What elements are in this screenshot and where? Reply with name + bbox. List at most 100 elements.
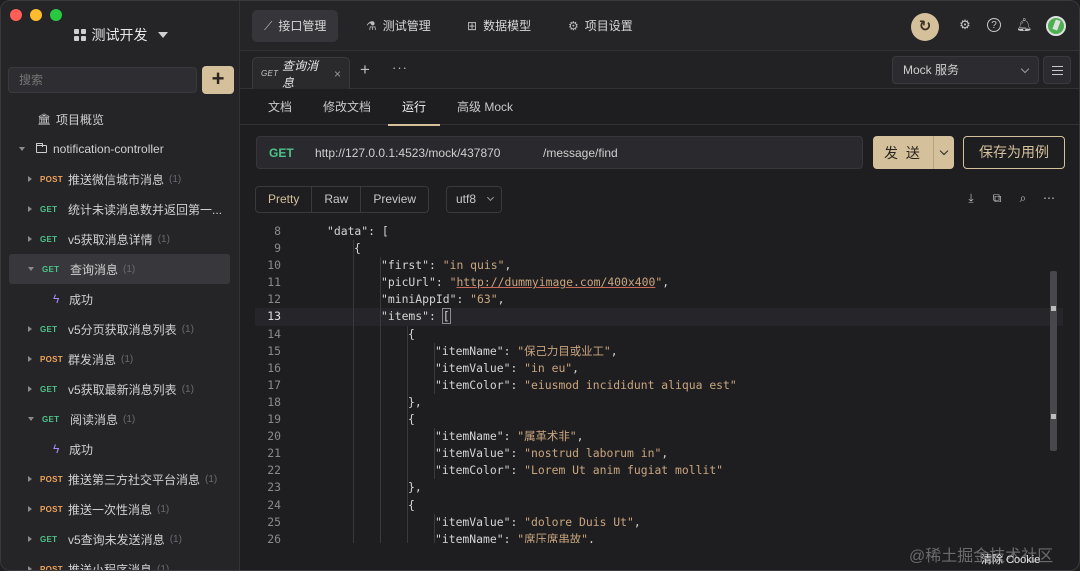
search-input[interactable]	[8, 67, 197, 93]
rocket-icon: ⟋	[264, 19, 273, 33]
tree-item-api[interactable]: POST 推送第三方社交平台消息 (1)	[1, 464, 240, 494]
code-content: {	[408, 497, 415, 514]
subtab-advanced-mock[interactable]: 高级 Mock	[443, 89, 527, 125]
code-content: "items": [	[381, 308, 451, 325]
request-path[interactable]: /message/find	[543, 146, 618, 160]
tree-item-api[interactable]: GET v5获取消息详情 (1)	[1, 224, 240, 254]
json-key: "picUrl"	[381, 275, 436, 290]
copy-icon[interactable]: ⧉	[990, 191, 1004, 206]
method-badge: GET	[42, 414, 60, 424]
tree-item-api[interactable]: POST 推送微信城市消息 (1)	[1, 164, 240, 194]
traffic-lights	[10, 9, 62, 21]
close-window-button[interactable]	[10, 9, 22, 21]
method-badge: POST	[40, 354, 63, 364]
help-icon[interactable]: ?	[987, 18, 1001, 32]
tab-title: 查询消息	[282, 58, 319, 90]
line-number: 11	[267, 275, 281, 290]
json-punct: : [	[368, 224, 389, 238]
tree-item-api[interactable]: POST 推送一次性消息 (1)	[1, 494, 240, 524]
save-as-case-button[interactable]: 保存为用例	[963, 136, 1065, 169]
method-badge: GET	[40, 234, 58, 244]
json-punct: ,	[587, 531, 595, 543]
more-tabs-button[interactable]: ···	[392, 60, 408, 75]
json-key: "itemName"	[435, 343, 504, 358]
line-number: 24	[267, 497, 281, 512]
flask-icon: ⚗	[366, 19, 377, 33]
environment-select[interactable]: Mock 服务	[892, 56, 1039, 84]
bolt-icon: ϟ	[53, 292, 60, 306]
subtab-edit-doc[interactable]: 修改文档	[309, 89, 385, 125]
environment-list-button[interactable]	[1043, 56, 1071, 84]
chevron-down-icon[interactable]	[939, 146, 949, 155]
download-icon[interactable]: ⤓	[964, 191, 978, 206]
json-punct: :	[429, 258, 443, 273]
request-method[interactable]: GET	[257, 146, 315, 160]
json-key: "itemColor"	[435, 377, 511, 392]
tree-item-api[interactable]: GET v5分页获取消息列表 (1)	[1, 314, 240, 344]
format-pretty[interactable]: Pretty	[256, 187, 313, 212]
send-button[interactable]: 发 送	[873, 136, 954, 169]
expand-icon	[19, 147, 25, 151]
json-punct: ,	[497, 292, 505, 307]
json-key: "itemName"	[435, 429, 504, 444]
code-line: 11 "picUrl": "http://dummyimage.com/400x4…	[255, 274, 1063, 292]
response-editor[interactable]: 8 "data": [9{10 "first": "in quis", 11 "picU…	[255, 223, 1063, 543]
more-icon[interactable]: ⋯	[1042, 191, 1056, 205]
format-raw[interactable]: Raw	[312, 187, 362, 212]
tab-data-model[interactable]: ⊞ 数据模型	[455, 10, 543, 42]
tree-item-api[interactable]: GET 查询消息 (1)	[9, 254, 230, 284]
code-content: "itemColor": "eiusmod incididunt aliqua …	[435, 377, 737, 394]
search-icon[interactable]: ⌕	[1016, 191, 1030, 206]
zoom-window-button[interactable]	[50, 9, 62, 21]
close-icon[interactable]: ×	[334, 67, 341, 81]
json-punct: :	[429, 309, 443, 324]
method-badge: POST	[40, 564, 63, 571]
tree-item-case[interactable]: ϟ 成功	[1, 434, 240, 464]
request-url-bar[interactable]: GET http://127.0.0.1:4523/mock/437870 /m…	[256, 136, 863, 169]
new-tab-button[interactable]: +	[360, 60, 370, 80]
tree-item-api[interactable]: GET v5获取最新消息列表 (1)	[1, 374, 240, 404]
project-switcher[interactable]: 测试开发	[1, 25, 240, 45]
tab-test-management[interactable]: ⚗ 测试管理	[354, 10, 443, 42]
tree-item-api[interactable]: GET 统计未读消息数并返回第一...	[1, 194, 240, 224]
subtab-doc[interactable]: 文档	[254, 89, 306, 125]
editor-scrollbar[interactable]	[1050, 271, 1057, 451]
tree-item-api[interactable]: GET 阅读消息 (1)	[1, 404, 240, 434]
model-icon: ⊞	[467, 19, 478, 33]
line-number: 25	[267, 514, 281, 529]
tab-label: 接口管理	[278, 19, 327, 33]
tree-item-api[interactable]: POST 推送小程序消息 (1)	[1, 554, 240, 571]
tree-item-api[interactable]: GET v5查询未发送消息 (1)	[1, 524, 240, 554]
sync-button[interactable]: ↻	[911, 13, 939, 41]
code-line: 24 {	[255, 496, 1063, 514]
json-string: "属革术非"	[517, 429, 577, 444]
code-line: 15 "itemName": "保己力目或业工",	[255, 342, 1063, 360]
tree-item-label: v5获取消息详情	[68, 232, 153, 247]
open-tab-query-message[interactable]: GET 查询消息 ×	[252, 57, 350, 90]
tree-item-label: 阅读消息	[70, 412, 119, 427]
format-toggle: Pretty Raw Preview	[255, 186, 430, 213]
bell-icon[interactable]: 🔔︎	[1016, 17, 1033, 33]
settings-icon[interactable]: ⚙	[957, 17, 973, 33]
encoding-select[interactable]: utf8	[446, 186, 502, 213]
tab-project-settings[interactable]: ⚙ 项目设置	[556, 10, 645, 42]
tree-item-overview[interactable]: 🏛︎ 项目概览	[1, 104, 240, 134]
minimize-window-button[interactable]	[30, 9, 42, 21]
tree-folder[interactable]: notification-controller	[1, 134, 240, 164]
subtab-run[interactable]: 运行	[388, 89, 441, 126]
case-count: (1)	[169, 173, 182, 185]
code-content: },	[408, 479, 422, 496]
line-number: 15	[267, 343, 281, 358]
add-button[interactable]: +	[202, 66, 234, 94]
json-string: "http://dummyimage.com/400x400"	[449, 275, 663, 290]
collapse-icon	[28, 206, 32, 212]
tree-item-case[interactable]: ϟ 成功	[1, 284, 240, 314]
tree-item-api[interactable]: POST 群发消息 (1)	[1, 344, 240, 374]
scroll-marker	[1051, 306, 1056, 311]
format-preview[interactable]: Preview	[361, 187, 428, 212]
project-name: 测试开发	[91, 27, 148, 43]
avatar[interactable]	[1046, 16, 1066, 36]
json-punct: :	[510, 463, 525, 478]
tab-api-management[interactable]: ⟋ 接口管理	[252, 10, 339, 42]
code-content: "itemName": "席压席串故",	[435, 531, 595, 543]
